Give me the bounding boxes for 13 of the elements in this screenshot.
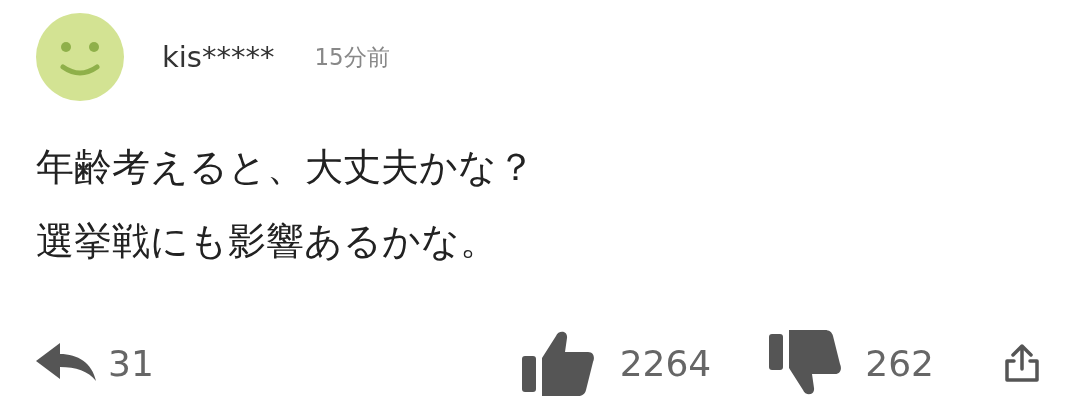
thumbs-up-icon bbox=[521, 330, 594, 396]
share-button[interactable] bbox=[1004, 343, 1040, 383]
like-button[interactable]: 2264 bbox=[521, 330, 712, 396]
comment-text: 年齢考えると、大丈夫かな？ bbox=[36, 144, 536, 191]
thumbs-down-icon bbox=[769, 330, 842, 396]
user-name: kis***** bbox=[162, 40, 275, 74]
share-icon bbox=[1004, 343, 1040, 383]
dislike-button[interactable]: 262 bbox=[769, 330, 934, 396]
reply-button[interactable]: 31 bbox=[36, 342, 154, 384]
post-time: 15分前 bbox=[314, 42, 390, 72]
comment-text: 選挙戦にも影響あるかな。 bbox=[36, 218, 499, 265]
reply-icon bbox=[36, 343, 96, 383]
smiley-avatar-icon bbox=[36, 13, 124, 101]
